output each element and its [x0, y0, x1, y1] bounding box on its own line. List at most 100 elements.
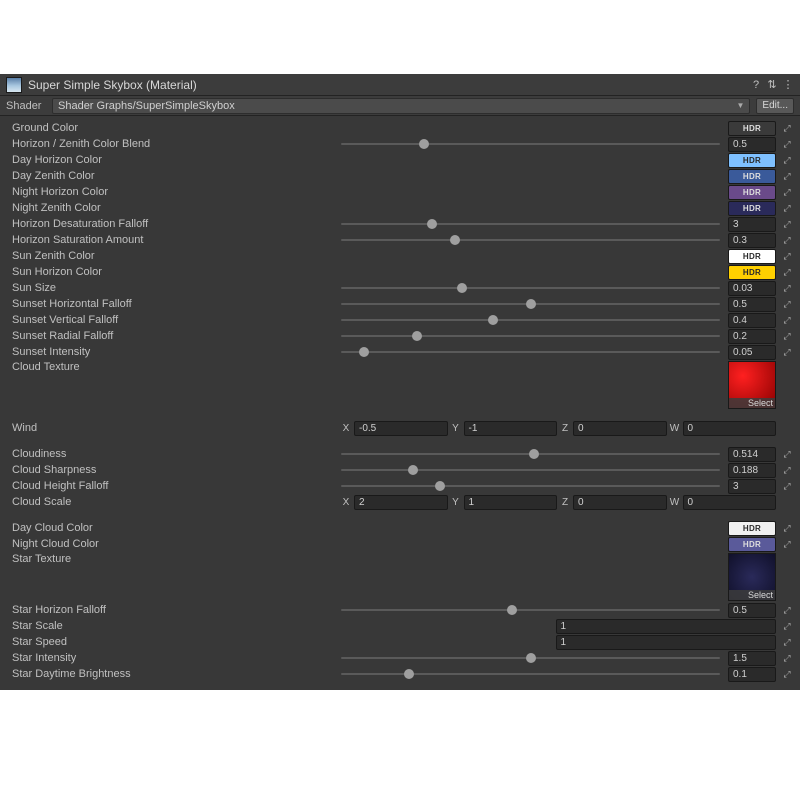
axis-w-label: W [670, 423, 680, 434]
expand-icon[interactable]: ⤢ [780, 521, 794, 536]
select-button[interactable]: Select [729, 590, 775, 600]
prop-label: Cloud Height Falloff [12, 480, 337, 492]
prop-label: Day Cloud Color [12, 522, 337, 534]
color-swatch[interactable]: HDR [728, 537, 776, 552]
axis-w-label: W [670, 497, 680, 508]
slider[interactable] [341, 313, 720, 327]
expand-icon[interactable]: ⤢ [780, 463, 794, 478]
value-field[interactable]: 3 [728, 217, 776, 232]
vector-x-field[interactable]: -0.5 [354, 421, 448, 436]
prop-label: Night Cloud Color [12, 538, 337, 550]
expand-icon[interactable]: ⤢ [780, 217, 794, 232]
axis-x-label: X [341, 497, 351, 508]
expand-icon[interactable]: ⤢ [780, 249, 794, 264]
vector-w-field[interactable]: 0 [683, 495, 777, 510]
slider[interactable] [341, 651, 720, 665]
value-field[interactable]: 1 [556, 619, 777, 634]
prop-label: Sunset Vertical Falloff [12, 314, 337, 326]
axis-y-label: Y [451, 497, 461, 508]
expand-icon[interactable]: ⤢ [780, 603, 794, 618]
slider[interactable] [341, 329, 720, 343]
expand-icon[interactable]: ⤢ [780, 137, 794, 152]
value-field[interactable]: 1.5 [728, 651, 776, 666]
expand-icon[interactable]: ⤢ [780, 479, 794, 494]
help-icon[interactable]: ? [750, 79, 762, 91]
shader-dropdown[interactable]: Shader Graphs/SuperSimpleSkybox ▼ [52, 98, 750, 114]
expand-icon[interactable]: ⤢ [780, 121, 794, 136]
value-field[interactable]: 0.1 [728, 667, 776, 682]
color-swatch[interactable]: HDR [728, 249, 776, 264]
expand-icon[interactable]: ⤢ [780, 537, 794, 552]
expand-icon[interactable]: ⤢ [780, 169, 794, 184]
slider[interactable] [341, 463, 720, 477]
color-swatch[interactable]: HDR [728, 185, 776, 200]
expand-icon[interactable]: ⤢ [780, 329, 794, 344]
value-field[interactable]: 3 [728, 479, 776, 494]
slider[interactable] [341, 603, 720, 617]
expand-icon[interactable]: ⤢ [780, 313, 794, 328]
slider[interactable] [341, 281, 720, 295]
vector-x-field[interactable]: 2 [354, 495, 448, 510]
expand-icon[interactable]: ⤢ [780, 619, 794, 634]
value-field[interactable]: 0.05 [728, 345, 776, 360]
slider[interactable] [341, 667, 720, 681]
edit-button[interactable]: Edit... [756, 98, 794, 114]
slider[interactable] [341, 447, 720, 461]
color-swatch[interactable]: HDR [728, 521, 776, 536]
slider[interactable] [341, 345, 720, 359]
texture-slot-star[interactable]: Select [728, 553, 776, 601]
vector-w-field[interactable]: 0 [683, 421, 777, 436]
expand-icon[interactable]: ⤢ [780, 345, 794, 360]
menu-icon[interactable]: ⋮ [782, 79, 794, 91]
value-field[interactable]: 0.2 [728, 329, 776, 344]
slider[interactable] [341, 479, 720, 493]
material-title: Super Simple Skybox (Material) [28, 78, 744, 92]
expand-icon[interactable]: ⤢ [780, 651, 794, 666]
color-swatch[interactable]: HDR [728, 201, 776, 216]
vector-z-field[interactable]: 0 [573, 421, 667, 436]
prop-label: Horizon Saturation Amount [12, 234, 337, 246]
color-swatch[interactable]: HDR [728, 169, 776, 184]
expand-icon[interactable]: ⤢ [780, 201, 794, 216]
prop-label: Cloudiness [12, 448, 337, 460]
select-button[interactable]: Select [729, 398, 775, 408]
prop-label: Star Speed [12, 636, 337, 648]
expand-icon[interactable]: ⤢ [780, 153, 794, 168]
slider[interactable] [341, 297, 720, 311]
expand-icon[interactable]: ⤢ [780, 185, 794, 200]
color-swatch-ground[interactable]: HDR [728, 121, 776, 136]
expand-icon[interactable]: ⤢ [780, 281, 794, 296]
vector-y-field[interactable]: -1 [464, 421, 558, 436]
chevron-down-icon: ▼ [737, 101, 745, 110]
slider[interactable] [341, 233, 720, 247]
color-swatch[interactable]: HDR [728, 153, 776, 168]
expand-icon[interactable]: ⤢ [780, 667, 794, 682]
expand-icon[interactable]: ⤢ [780, 265, 794, 280]
slider[interactable] [341, 137, 720, 151]
vector-z-field[interactable]: 0 [573, 495, 667, 510]
value-field[interactable]: 0.03 [728, 281, 776, 296]
value-field[interactable]: 1 [556, 635, 777, 650]
value-field[interactable]: 0.5 [728, 603, 776, 618]
prop-label: Cloud Scale [12, 496, 337, 508]
slider[interactable] [341, 217, 720, 231]
axis-z-label: Z [560, 497, 570, 508]
axis-y-label: Y [451, 423, 461, 434]
expand-icon[interactable]: ⤢ [780, 297, 794, 312]
color-swatch[interactable]: HDR [728, 265, 776, 280]
prop-label: Cloud Texture [12, 361, 337, 373]
value-field[interactable]: 0.188 [728, 463, 776, 478]
expand-icon[interactable]: ⤢ [780, 447, 794, 462]
value-field[interactable]: 0.5 [728, 137, 776, 152]
value-field[interactable]: 0.514 [728, 447, 776, 462]
value-field[interactable]: 0.4 [728, 313, 776, 328]
prop-label: Day Zenith Color [12, 170, 337, 182]
prop-label: Star Daytime Brightness [12, 668, 337, 680]
expand-icon[interactable]: ⤢ [780, 635, 794, 650]
expand-icon[interactable]: ⤢ [780, 233, 794, 248]
texture-slot-cloud[interactable]: Select [728, 361, 776, 409]
vector-y-field[interactable]: 1 [464, 495, 558, 510]
value-field[interactable]: 0.3 [728, 233, 776, 248]
value-field[interactable]: 0.5 [728, 297, 776, 312]
preset-icon[interactable]: ⇅ [766, 79, 778, 91]
